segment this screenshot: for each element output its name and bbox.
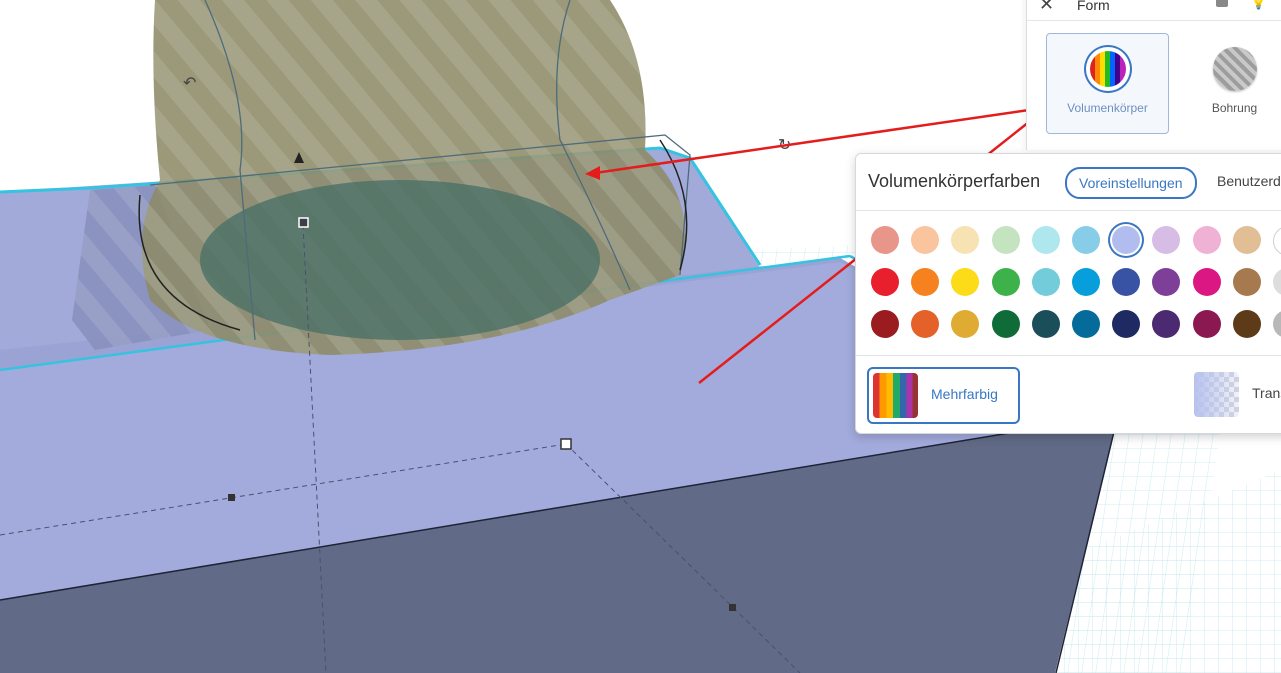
popup-title: Volumenkörperfarben [868, 171, 1041, 191]
inspector-header: ✕ Form 💡 [1027, 0, 1281, 21]
color-swatch[interactable] [1273, 268, 1281, 296]
color-swatch[interactable] [1112, 310, 1141, 338]
color-swatch[interactable] [991, 268, 1020, 296]
color-swatch[interactable] [991, 226, 1020, 254]
color-swatch[interactable] [1112, 268, 1141, 296]
tab-custom[interactable]: Benutzerdefiniert [1205, 167, 1281, 195]
resize-handle[interactable] [729, 604, 736, 611]
color-swatch[interactable] [871, 310, 899, 338]
color-swatch[interactable] [1112, 226, 1141, 254]
color-swatch[interactable] [1152, 310, 1181, 338]
resize-handle[interactable] [228, 494, 235, 501]
color-swatch[interactable] [871, 268, 899, 296]
hole-option[interactable]: Bohrung [1173, 33, 1281, 134]
color-swatch[interactable] [1192, 268, 1221, 296]
color-swatch[interactable] [951, 310, 980, 338]
solid-color-popup: Volumenkörperfarben Voreinstellungen Ben… [855, 153, 1281, 434]
resize-handle[interactable] [560, 438, 572, 450]
lightbulb-icon[interactable]: 💡 [1251, 0, 1266, 10]
color-swatch[interactable] [911, 226, 940, 254]
color-swatch[interactable] [1192, 310, 1221, 338]
color-swatch[interactable] [1232, 268, 1261, 296]
color-swatch[interactable] [1273, 310, 1281, 338]
solid-option[interactable]: Volumenkörper [1046, 33, 1169, 134]
color-swatch[interactable] [951, 226, 980, 254]
hole-swatch[interactable] [1212, 47, 1257, 91]
tab-presets[interactable]: Voreinstellungen [1065, 167, 1197, 199]
rotate-handle-icon[interactable]: ↶ [183, 75, 196, 92]
multicolor-swatch [873, 373, 918, 418]
color-swatch[interactable] [1031, 310, 1060, 338]
color-swatch[interactable] [1273, 226, 1281, 256]
color-swatch[interactable] [1072, 310, 1100, 338]
multicolor-label: Mehrfarbig [931, 386, 998, 402]
shape-inspector: ✕ Form 💡 Volumenkörper Bohrung [1026, 0, 1281, 150]
divider [856, 355, 1281, 356]
color-swatch[interactable] [1232, 226, 1261, 254]
inspector-title: Form [1077, 0, 1110, 13]
lock-icon[interactable] [1216, 0, 1228, 7]
multicolor-button[interactable]: Mehrfarbig [867, 367, 1020, 424]
divider [856, 210, 1281, 211]
color-swatch[interactable] [911, 268, 940, 296]
color-swatch[interactable] [1152, 226, 1181, 254]
color-swatch[interactable] [951, 268, 980, 296]
color-swatch[interactable] [1192, 226, 1221, 254]
color-swatch[interactable] [1031, 226, 1060, 254]
color-swatch[interactable] [911, 310, 940, 338]
color-swatch[interactable] [1072, 268, 1100, 296]
solid-color-swatch[interactable] [1085, 47, 1130, 91]
color-swatch[interactable] [991, 310, 1020, 338]
transparent-swatch[interactable] [1194, 372, 1239, 417]
resize-handle[interactable] [298, 217, 309, 228]
color-swatch[interactable] [871, 226, 899, 254]
color-swatch[interactable] [1072, 226, 1100, 254]
solid-label: Volumenkörper [1067, 101, 1148, 115]
close-icon[interactable]: ✕ [1039, 0, 1054, 15]
color-swatch[interactable] [1152, 268, 1181, 296]
transparent-label: Transparent [1252, 385, 1281, 401]
color-swatch[interactable] [1232, 310, 1261, 338]
color-swatch[interactable] [1031, 268, 1060, 296]
hole-label: Bohrung [1211, 101, 1258, 115]
